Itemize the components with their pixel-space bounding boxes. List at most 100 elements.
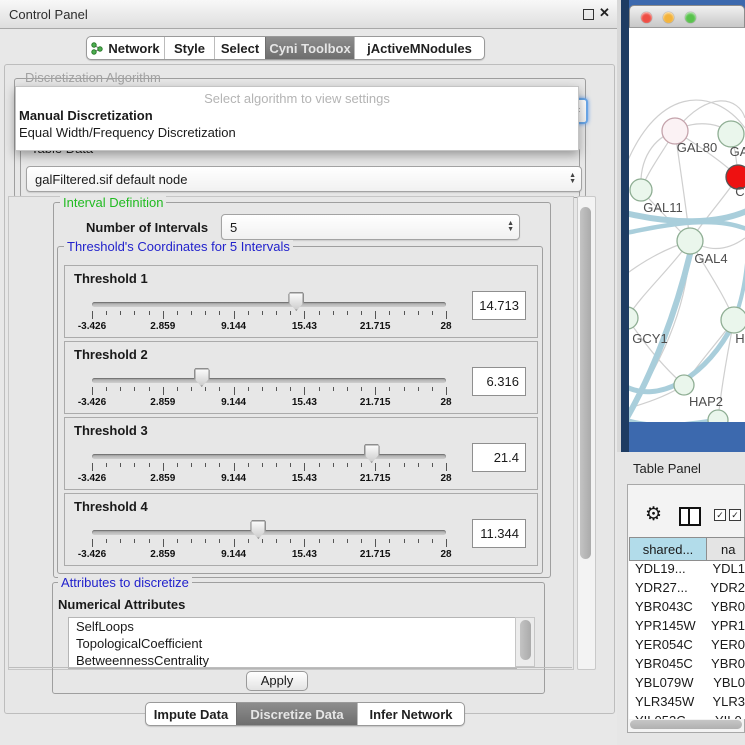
slider-tick — [446, 539, 447, 547]
split-pane-icon[interactable] — [679, 507, 701, 526]
tab-cyni-toolbox[interactable]: Cyni Toolbox — [265, 37, 354, 59]
table-row[interactable]: YBR045CYBR0 — [629, 656, 745, 675]
table-row[interactable]: YER054CYER0 — [629, 637, 745, 656]
cell-shared-name[interactable]: YDR27... — [629, 580, 702, 599]
threshold-value-field[interactable]: 14.713 — [472, 291, 526, 320]
table-row[interactable]: YPR145WYPR1 — [629, 618, 745, 637]
cell-shared-name[interactable]: YDL19... — [629, 561, 704, 580]
cell-shared-name[interactable]: YBL079W — [629, 675, 705, 694]
column-header-shared[interactable]: shared... — [629, 537, 707, 561]
num-intervals-label: Number of Intervals — [86, 220, 208, 235]
numerical-attributes-list[interactable]: SelfLoopsTopologicalCoefficientBetweenne… — [68, 617, 517, 669]
node-attribute-table[interactable]: shared... na YDL19...YDL1YDR27...YDR2YBR… — [629, 537, 745, 719]
tab-network[interactable]: Network — [87, 37, 164, 59]
slider-tick-label: 2.859 — [150, 321, 175, 332]
cell-name[interactable]: YDR2 — [702, 580, 745, 599]
network-node[interactable] — [629, 307, 638, 329]
network-node[interactable] — [630, 179, 652, 201]
cell-name[interactable]: YDL1 — [704, 561, 745, 580]
tab-style[interactable]: Style — [164, 37, 214, 59]
slider-tick — [149, 387, 150, 391]
threshold-slider-thumb[interactable] — [250, 520, 266, 539]
tab-infer-network[interactable]: Infer Network — [357, 703, 464, 725]
list-scrollbar-thumb[interactable] — [520, 620, 531, 660]
threshold-label: Threshold 4 — [74, 499, 148, 514]
cell-shared-name[interactable]: YER054C — [629, 637, 703, 656]
mac-minimize-icon[interactable] — [663, 12, 674, 23]
node-label: H — [735, 331, 744, 346]
slider-tick — [333, 387, 334, 391]
threshold-slider-thumb[interactable] — [364, 444, 380, 463]
popup-option[interactable]: Equal Width/Frequency Discretization — [19, 125, 236, 140]
slider-tick — [177, 387, 178, 391]
table-row[interactable]: YIL052CYIL0 — [629, 713, 745, 719]
tab-discretize-data[interactable]: Discretize Data — [236, 703, 357, 725]
table-row[interactable]: YDR27...YDR2 — [629, 580, 745, 599]
slider-tick — [149, 539, 150, 543]
cell-shared-name[interactable]: YBR043C — [629, 599, 703, 618]
close-icon[interactable]: ✕ — [599, 5, 610, 21]
table-row[interactable]: YLR345WYLR3 — [629, 694, 745, 713]
checkbox-icon[interactable]: ✓ — [729, 509, 741, 521]
cell-name[interactable]: YBL0 — [705, 675, 745, 694]
network-node[interactable] — [674, 375, 694, 395]
threshold-slider-track[interactable] — [92, 302, 446, 307]
list-item[interactable]: TopologicalCoefficient — [69, 635, 516, 652]
threshold-slider-track[interactable] — [92, 454, 446, 459]
slider-tick — [191, 387, 192, 391]
threshold-value-field[interactable]: 11.344 — [472, 519, 526, 548]
num-intervals-combo[interactable]: 5 ▲▼ — [221, 214, 520, 240]
network-node[interactable] — [708, 410, 728, 422]
table-header-row: shared... na — [629, 537, 745, 561]
table-row[interactable]: YBL079WYBL0 — [629, 675, 745, 694]
apply-button[interactable]: Apply — [246, 671, 308, 691]
tab-label: Discretize Data — [250, 707, 343, 722]
tab-impute-data[interactable]: Impute Data — [146, 703, 236, 725]
threshold-value-field[interactable]: 6.316 — [472, 367, 526, 396]
table-row[interactable]: YDL19...YDL1 — [629, 561, 745, 580]
slider-tick — [361, 387, 362, 391]
node-label: GA — [730, 144, 745, 159]
tab-jactivemnodules[interactable]: jActiveMNodules — [354, 37, 484, 59]
table-data-combo[interactable]: galFiltered.sif default node ▲▼ — [26, 166, 582, 192]
table-horizontal-scrollbar[interactable] — [630, 720, 742, 729]
table-row[interactable]: YBR043CYBR0 — [629, 599, 745, 618]
cell-name[interactable]: YIL0 — [707, 713, 742, 719]
network-node[interactable] — [721, 307, 745, 333]
checkbox-icon[interactable]: ✓ — [714, 509, 726, 521]
cell-name[interactable]: YER0 — [703, 637, 745, 656]
threshold-value-field[interactable]: 21.4 — [472, 443, 526, 472]
mac-close-icon[interactable] — [641, 12, 652, 23]
slider-tick — [361, 311, 362, 315]
network-window-titlebar[interactable] — [629, 5, 745, 28]
cell-name[interactable]: YBR0 — [703, 599, 745, 618]
popup-option[interactable]: Manual Discretization — [19, 108, 153, 123]
slider-tick — [205, 311, 206, 315]
scrollbar-thumb[interactable] — [580, 207, 591, 559]
float-window-icon[interactable] — [583, 9, 594, 20]
cell-shared-name[interactable]: YPR145W — [629, 618, 703, 637]
cell-shared-name[interactable]: YLR345W — [629, 694, 704, 713]
list-item[interactable]: SelfLoops — [69, 618, 516, 635]
threshold-slider-track[interactable] — [92, 378, 446, 383]
column-header-name[interactable]: na — [707, 537, 745, 561]
tab-select[interactable]: Select — [214, 37, 265, 59]
gear-icon[interactable]: ⚙ — [645, 503, 662, 526]
cell-name[interactable]: YPR1 — [703, 618, 745, 637]
cell-shared-name[interactable]: YBR045C — [629, 656, 703, 675]
threshold-slider-track[interactable] — [92, 530, 446, 535]
threshold-slider-thumb[interactable] — [194, 368, 210, 387]
slider-tick — [404, 463, 405, 467]
slider-tick-label: -3.426 — [78, 473, 106, 484]
threshold-slider-thumb[interactable] — [288, 292, 304, 311]
mac-zoom-icon[interactable] — [685, 12, 696, 23]
cell-name[interactable]: YLR3 — [704, 694, 745, 713]
cell-shared-name[interactable]: YIL052C — [629, 713, 707, 719]
table-panel-title: Table Panel — [633, 461, 701, 476]
slider-tick-label: 21.715 — [360, 473, 391, 484]
cell-name[interactable]: YBR0 — [703, 656, 745, 675]
vertical-scrollbar[interactable] — [577, 196, 596, 670]
slider-tick — [262, 463, 263, 467]
network-view-canvas[interactable]: GAL80GAGAL11CGAL4GCY1HHAP2 — [629, 28, 745, 422]
list-scrollbar[interactable] — [515, 617, 535, 667]
